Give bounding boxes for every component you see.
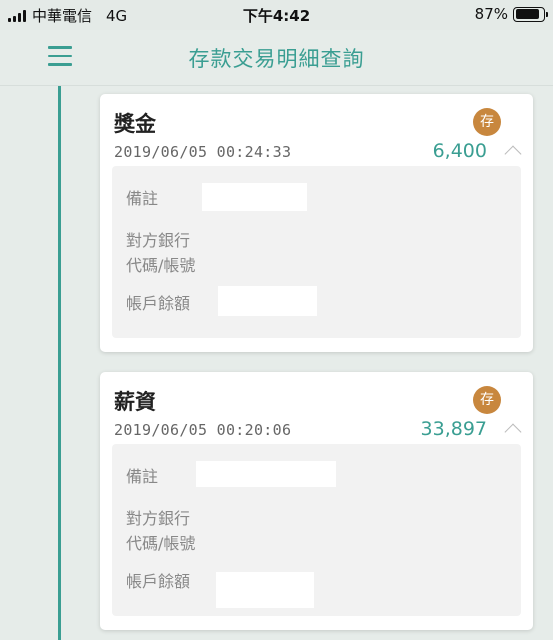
- chevron-up-icon[interactable]: [504, 423, 522, 441]
- transaction-amount: 33,897: [420, 418, 487, 440]
- battery-percent: 87%: [474, 5, 508, 23]
- chevron-up-icon[interactable]: [504, 145, 522, 163]
- deposit-badge: 存: [473, 108, 501, 136]
- redacted-balance: [216, 572, 314, 608]
- note-label: 備註: [126, 189, 159, 208]
- bank-label-line2: 代碼/帳號: [126, 256, 196, 275]
- app-header: 存款交易明細查詢: [0, 30, 553, 86]
- deposit-badge: 存: [473, 386, 501, 414]
- balance-label: 帳戶餘額: [126, 294, 191, 313]
- transaction-title: 獎金: [114, 112, 156, 136]
- balance-label: 帳戶餘額: [126, 572, 191, 591]
- redacted-note: [202, 183, 307, 211]
- redacted-note: [196, 461, 336, 487]
- page-title: 存款交易明細查詢: [188, 47, 365, 71]
- bank-label-line2: 代碼/帳號: [126, 534, 196, 553]
- transaction-card[interactable]: 薪資 存 2019/06/05 00:20:06 33,897 備註 對方銀行 …: [100, 372, 533, 630]
- transaction-amount: 6,400: [432, 140, 487, 162]
- transaction-details: 備註 對方銀行 代碼/帳號 帳戶餘額: [112, 444, 521, 616]
- status-bar: 中華電信 4G 下午4:42 87%: [0, 0, 553, 30]
- bank-label-line1: 對方銀行: [126, 231, 191, 250]
- status-right: 87%: [474, 5, 548, 23]
- battery-icon: [513, 6, 548, 22]
- timeline-line: [58, 86, 61, 640]
- transaction-datetime: 2019/06/05 00:20:06: [114, 421, 292, 439]
- transaction-details: 備註 對方銀行 代碼/帳號 帳戶餘額: [112, 166, 521, 338]
- transaction-datetime: 2019/06/05 00:24:33: [114, 143, 292, 161]
- status-time: 下午4:42: [242, 7, 311, 25]
- transaction-title: 薪資: [114, 390, 156, 414]
- note-label: 備註: [126, 467, 159, 486]
- bank-label-line1: 對方銀行: [126, 509, 191, 528]
- redacted-balance: [218, 286, 317, 316]
- transaction-card[interactable]: 獎金 存 2019/06/05 00:24:33 6,400 備註 對方銀行 代…: [100, 94, 533, 352]
